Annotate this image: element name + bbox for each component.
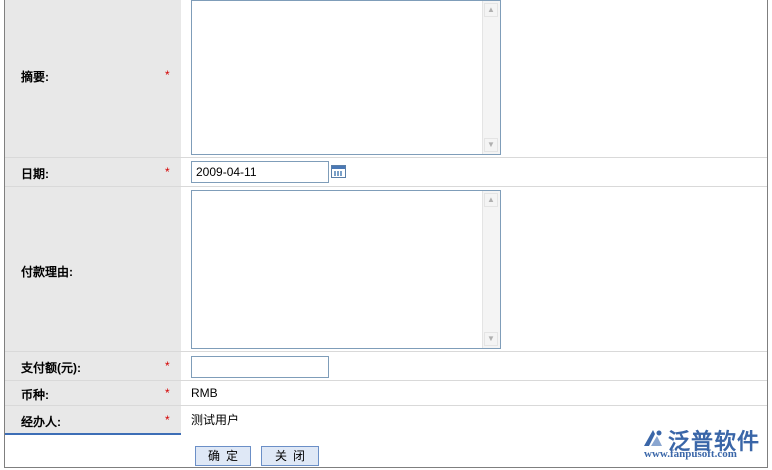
amount-label-cell: 支付额(元): * — [5, 352, 181, 380]
reason-scrollbar[interactable]: ▲ ▼ — [482, 191, 500, 348]
summary-scrollbar[interactable]: ▲ ▼ — [482, 1, 500, 154]
reason-textarea[interactable]: ▲ ▼ — [191, 190, 501, 349]
brand-logo: 泛普软件 www.fanpusoft.com — [640, 424, 768, 464]
scroll-down-icon[interactable]: ▼ — [484, 332, 498, 346]
amount-label: 支付额(元): — [21, 361, 81, 375]
date-label-cell: 日期: * — [5, 158, 181, 186]
currency-label-cell: 币种: * — [5, 381, 181, 405]
date-row: 日期: * 2009-04-11 — [5, 158, 767, 187]
amount-input[interactable] — [191, 356, 329, 378]
reason-value-cell: ▲ ▼ — [181, 187, 767, 351]
calendar-icon[interactable] — [331, 165, 346, 178]
scroll-up-icon[interactable]: ▲ — [484, 3, 498, 17]
currency-required-mark: * — [165, 386, 170, 400]
date-required-mark: * — [165, 165, 170, 179]
scroll-up-icon[interactable]: ▲ — [484, 193, 498, 207]
currency-value: RMB — [191, 386, 218, 400]
amount-value-cell — [181, 352, 767, 380]
summary-label: 摘要: — [21, 70, 49, 84]
summary-label-cell: 摘要: * — [5, 0, 181, 157]
form-frame: 摘要: * ▲ ▼ 日期: * 2009-04-11 付款理由: ▲ ▼ 支付额… — [4, 0, 768, 468]
reason-label-cell: 付款理由: — [5, 187, 181, 351]
date-input[interactable]: 2009-04-11 — [191, 161, 329, 183]
reason-label: 付款理由: — [21, 265, 73, 279]
section-divider — [5, 433, 181, 435]
close-button[interactable]: 关闭 — [261, 446, 319, 466]
summary-value-cell: ▲ ▼ — [181, 0, 767, 157]
brand-url: www.fanpusoft.com — [644, 448, 737, 460]
amount-required-mark: * — [165, 359, 170, 373]
handler-required-mark: * — [165, 413, 170, 427]
currency-value-cell: RMB — [181, 381, 767, 405]
scroll-down-icon[interactable]: ▼ — [484, 138, 498, 152]
amount-row: 支付额(元): * — [5, 352, 767, 381]
handler-label: 经办人: — [21, 415, 61, 429]
handler-label-cell: 经办人: * — [5, 406, 181, 433]
currency-row: 币种: * RMB — [5, 381, 767, 406]
reason-row: 付款理由: ▲ ▼ — [5, 187, 767, 352]
date-value-cell: 2009-04-11 — [181, 158, 767, 186]
confirm-button[interactable]: 确定 — [195, 446, 251, 466]
handler-value: 测试用户 — [191, 413, 240, 427]
summary-required-mark: * — [165, 68, 170, 82]
summary-textarea[interactable]: ▲ ▼ — [191, 0, 501, 155]
date-label: 日期: — [21, 167, 49, 181]
summary-row: 摘要: * ▲ ▼ — [5, 0, 767, 158]
currency-label: 币种: — [21, 388, 49, 402]
